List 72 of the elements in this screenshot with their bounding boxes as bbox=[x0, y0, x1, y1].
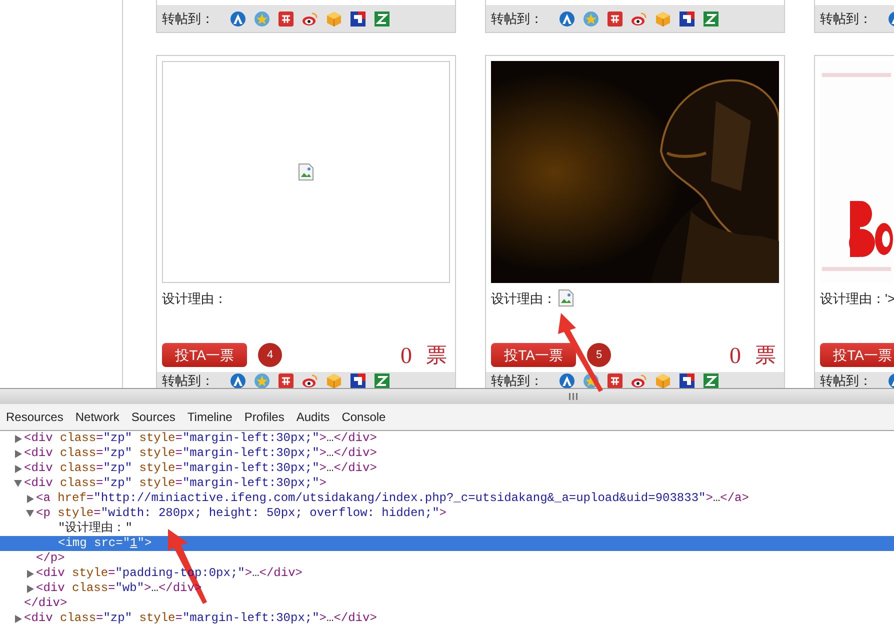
devtools-tab[interactable]: Audits bbox=[290, 408, 336, 426]
dom-line[interactable]: </div> bbox=[24, 596, 68, 611]
star-icon[interactable] bbox=[254, 10, 270, 26]
window-icon[interactable] bbox=[607, 373, 623, 388]
toggle-icon[interactable] bbox=[14, 434, 22, 442]
devtools-tab[interactable]: Profiles bbox=[238, 408, 290, 426]
vote-button[interactable]: 投TA一票 bbox=[491, 343, 576, 367]
rank-badge: 5 bbox=[587, 343, 611, 367]
window-icon[interactable] bbox=[278, 373, 294, 388]
cube-icon[interactable] bbox=[655, 10, 671, 26]
vote-count: 0 bbox=[400, 344, 412, 366]
share-label: 转帖到： bbox=[820, 10, 872, 28]
eye-icon[interactable] bbox=[631, 10, 647, 26]
wave-icon[interactable] bbox=[703, 10, 719, 26]
window-icon[interactable] bbox=[607, 10, 623, 26]
cube-icon[interactable] bbox=[326, 10, 342, 26]
vote-unit: 票 bbox=[426, 344, 447, 366]
person-icon[interactable] bbox=[559, 10, 575, 26]
window-icon[interactable] bbox=[278, 10, 294, 26]
wave-icon[interactable] bbox=[703, 373, 719, 388]
star-icon[interactable] bbox=[254, 373, 270, 388]
person-icon[interactable] bbox=[230, 10, 246, 26]
person-icon[interactable] bbox=[559, 373, 575, 388]
broken-image-icon bbox=[298, 163, 314, 181]
dom-line[interactable]: <div class="zp" style="margin-left:30px;">…</div> bbox=[24, 431, 377, 446]
vote-button[interactable]: 投TA一票 bbox=[820, 343, 894, 367]
devtools-tab[interactable]: Console bbox=[336, 408, 392, 426]
wave-icon[interactable] bbox=[374, 373, 390, 388]
toggle-icon[interactable] bbox=[14, 464, 22, 472]
dom-line[interactable]: <div class="zp" style="margin-left:30px;">…</div> bbox=[24, 611, 377, 626]
dom-line[interactable]: <div class="zp" style="margin-left:30px;">…</div> bbox=[24, 461, 377, 476]
flag-icon[interactable] bbox=[679, 10, 695, 26]
resize-grip-icon[interactable] bbox=[569, 393, 578, 400]
star-icon[interactable] bbox=[583, 10, 599, 26]
share-label: 转帖到： bbox=[162, 374, 214, 388]
reason-label: 设计理由：'> bbox=[820, 290, 894, 308]
selected-dom-line[interactable]: <img src="1"> bbox=[58, 536, 152, 551]
eye-icon[interactable] bbox=[302, 10, 318, 26]
flag-icon[interactable] bbox=[679, 373, 695, 388]
dom-line[interactable]: <p style="width: 280px; height: 50px; overflow: hidden;"> bbox=[36, 506, 446, 521]
dom-line[interactable]: </p> bbox=[36, 551, 65, 566]
eye-icon[interactable] bbox=[302, 373, 318, 388]
devtools-tab[interactable]: Resources bbox=[0, 408, 70, 426]
dom-line[interactable]: <div class="zp" style="margin-left:30px;"> bbox=[24, 476, 326, 491]
toggle-icon[interactable] bbox=[14, 614, 22, 622]
vote-count: 0 bbox=[730, 344, 741, 366]
dom-line[interactable]: "设计理由：" bbox=[58, 521, 132, 536]
person-icon[interactable] bbox=[230, 373, 246, 388]
flag-icon[interactable] bbox=[350, 373, 366, 388]
share-label: 转帖到： bbox=[491, 10, 543, 28]
share-label: 转帖到： bbox=[820, 374, 872, 388]
vote-button[interactable]: 投TA一票 bbox=[162, 343, 247, 367]
toggle-icon[interactable] bbox=[26, 570, 34, 578]
vote-unit: 票 bbox=[755, 344, 776, 366]
toggle-icon[interactable] bbox=[14, 450, 22, 458]
rank-badge: 4 bbox=[258, 343, 282, 367]
dom-line[interactable]: <div class="zp" style="margin-left:30px;">…</div> bbox=[24, 446, 377, 461]
share-label: 转帖到： bbox=[491, 374, 543, 388]
flag-icon[interactable] bbox=[350, 10, 366, 26]
share-label: 转帖到： bbox=[162, 10, 214, 28]
dom-line[interactable]: <a href="http://miniactive.ifeng.com/utsidakang/index.php?_c=utsidakang&_a=upload&uid=903833">…</a> bbox=[36, 491, 749, 506]
devtools-tab[interactable]: Network bbox=[69, 408, 126, 426]
reason-label: 设计理由： bbox=[162, 290, 227, 308]
toggle-icon[interactable] bbox=[14, 480, 22, 487]
reason-label: 设计理由： bbox=[491, 290, 556, 308]
eye-icon[interactable] bbox=[631, 373, 647, 388]
devtools-tab[interactable]: Sources bbox=[125, 408, 182, 426]
toggle-icon[interactable] bbox=[26, 584, 34, 592]
devtools-tab[interactable]: Timeline bbox=[181, 408, 238, 426]
wave-icon[interactable] bbox=[374, 10, 390, 26]
toggle-icon[interactable] bbox=[26, 510, 34, 517]
toggle-icon[interactable] bbox=[26, 494, 34, 502]
